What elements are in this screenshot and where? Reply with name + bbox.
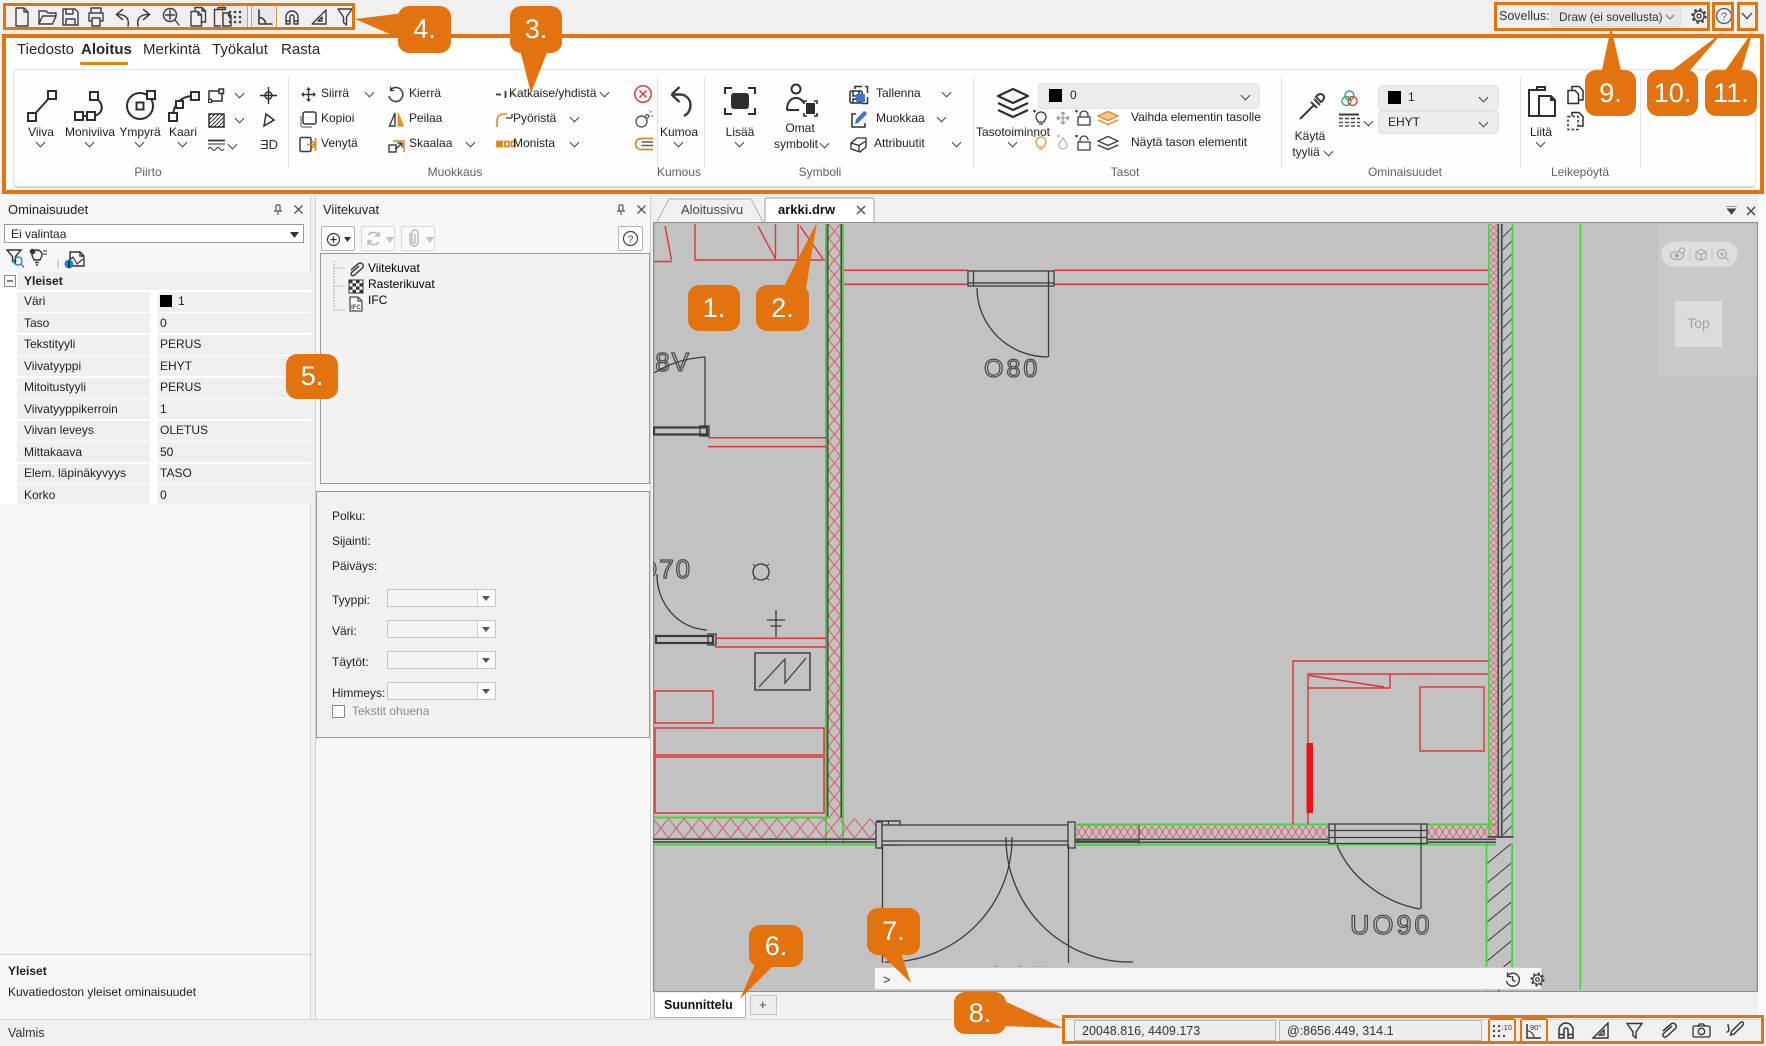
- svg-text:UO90: UO90: [1350, 910, 1433, 940]
- svg-text:O70: O70: [653, 554, 692, 584]
- svg-text:?: ?: [628, 235, 634, 246]
- svg-text:O8V: O8V: [653, 347, 691, 377]
- svg-text:O80: O80: [984, 355, 1040, 383]
- svg-text:IFC: IFC: [351, 305, 361, 311]
